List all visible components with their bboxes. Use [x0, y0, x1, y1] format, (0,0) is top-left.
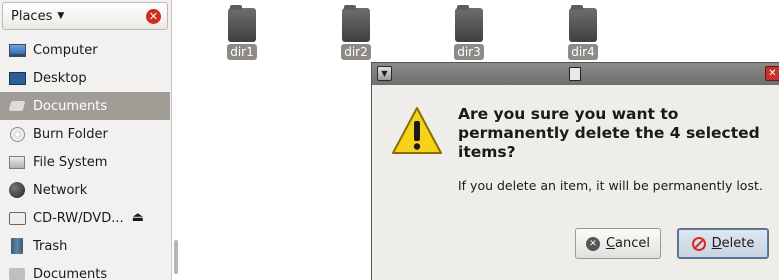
- file-manager-window: Places ▼ ✕ Computer Desktop Documents Bu…: [0, 0, 779, 280]
- close-sidebar-icon[interactable]: ✕: [146, 9, 161, 24]
- dialog-message: If you delete an item, it will be perman…: [458, 178, 763, 193]
- sidebar-item-label: Desktop: [33, 70, 87, 86]
- sidebar-item-desktop[interactable]: Desktop: [0, 64, 170, 92]
- places-sidebar: Places ▼ ✕ Computer Desktop Documents Bu…: [0, 0, 178, 280]
- sidebar-item-file-system[interactable]: File System: [0, 148, 170, 176]
- trash-icon: [8, 238, 26, 254]
- folder-item[interactable]: dir2: [336, 5, 376, 60]
- window-menu-icon[interactable]: ▼: [377, 66, 392, 81]
- folder-icon: [569, 5, 597, 42]
- delete-button[interactable]: Delete: [677, 228, 769, 259]
- filesystem-icon: [8, 154, 26, 170]
- sidebar-item-label: Computer: [33, 42, 98, 58]
- sidebar-item-trash[interactable]: Trash: [0, 232, 170, 260]
- places-list: Computer Desktop Documents Burn Folder F…: [0, 36, 170, 280]
- sidebar-item-label: Network: [33, 182, 88, 198]
- sidebar-item-label: Burn Folder: [33, 126, 108, 142]
- folder-label: dir4: [568, 44, 598, 60]
- cancel-icon: ✕: [585, 236, 600, 251]
- folder-icon: [8, 266, 26, 280]
- places-dropdown-label: Places: [11, 8, 53, 24]
- sidebar-item-cd-drive[interactable]: CD-RW/DVD... ⏏: [0, 204, 170, 232]
- desktop-icon: [8, 70, 26, 86]
- dialog-heading: Are you sure you want to permanently del…: [458, 105, 760, 161]
- folder-icon: [455, 5, 483, 42]
- eject-icon[interactable]: ⏏: [132, 210, 144, 225]
- cancel-button[interactable]: ✕ Cancel: [575, 228, 661, 259]
- sidebar-item-label: Documents: [33, 266, 108, 280]
- warning-icon: [392, 107, 442, 154]
- folder-item[interactable]: dir3: [449, 5, 489, 60]
- sidebar-item-network[interactable]: Network: [0, 176, 170, 204]
- folder-icon: [342, 5, 370, 42]
- caret-down-icon: ▼: [57, 11, 65, 21]
- cancel-label: Cancel: [605, 236, 651, 251]
- computer-icon: [8, 42, 26, 58]
- cd-drive-icon: [8, 210, 26, 226]
- documents-icon: [8, 98, 26, 114]
- folder-label: dir2: [341, 44, 371, 60]
- delete-label: Delete: [711, 236, 755, 251]
- sidebar-item-documents-bookmark[interactable]: Documents: [0, 260, 170, 280]
- dialog-titlebar[interactable]: ▼ ✕: [372, 63, 779, 85]
- sidebar-item-label: Trash: [33, 238, 68, 254]
- delete-icon: [691, 236, 706, 251]
- sidebar-scrollbar[interactable]: [174, 240, 178, 274]
- sidebar-item-label: File System: [33, 154, 108, 170]
- folder-label: dir3: [454, 44, 484, 60]
- sidebar-item-label: Documents: [33, 98, 108, 114]
- burn-folder-icon: [8, 126, 26, 142]
- places-dropdown[interactable]: Places ▼ ✕: [2, 2, 168, 30]
- document-icon: [569, 67, 581, 81]
- folder-item[interactable]: dir1: [222, 5, 262, 60]
- network-icon: [8, 182, 26, 198]
- delete-confirm-dialog: ▼ ✕ Are you sure you want to permanently…: [371, 62, 779, 280]
- sidebar-item-burn-folder[interactable]: Burn Folder: [0, 120, 170, 148]
- sidebar-item-computer[interactable]: Computer: [0, 36, 170, 64]
- close-icon[interactable]: ✕: [765, 66, 779, 81]
- folder-icon: [228, 5, 256, 42]
- folder-label: dir1: [227, 44, 257, 60]
- folder-item[interactable]: dir4: [563, 5, 603, 60]
- sidebar-item-documents[interactable]: Documents: [0, 92, 170, 120]
- sidebar-item-label: CD-RW/DVD...: [33, 210, 124, 226]
